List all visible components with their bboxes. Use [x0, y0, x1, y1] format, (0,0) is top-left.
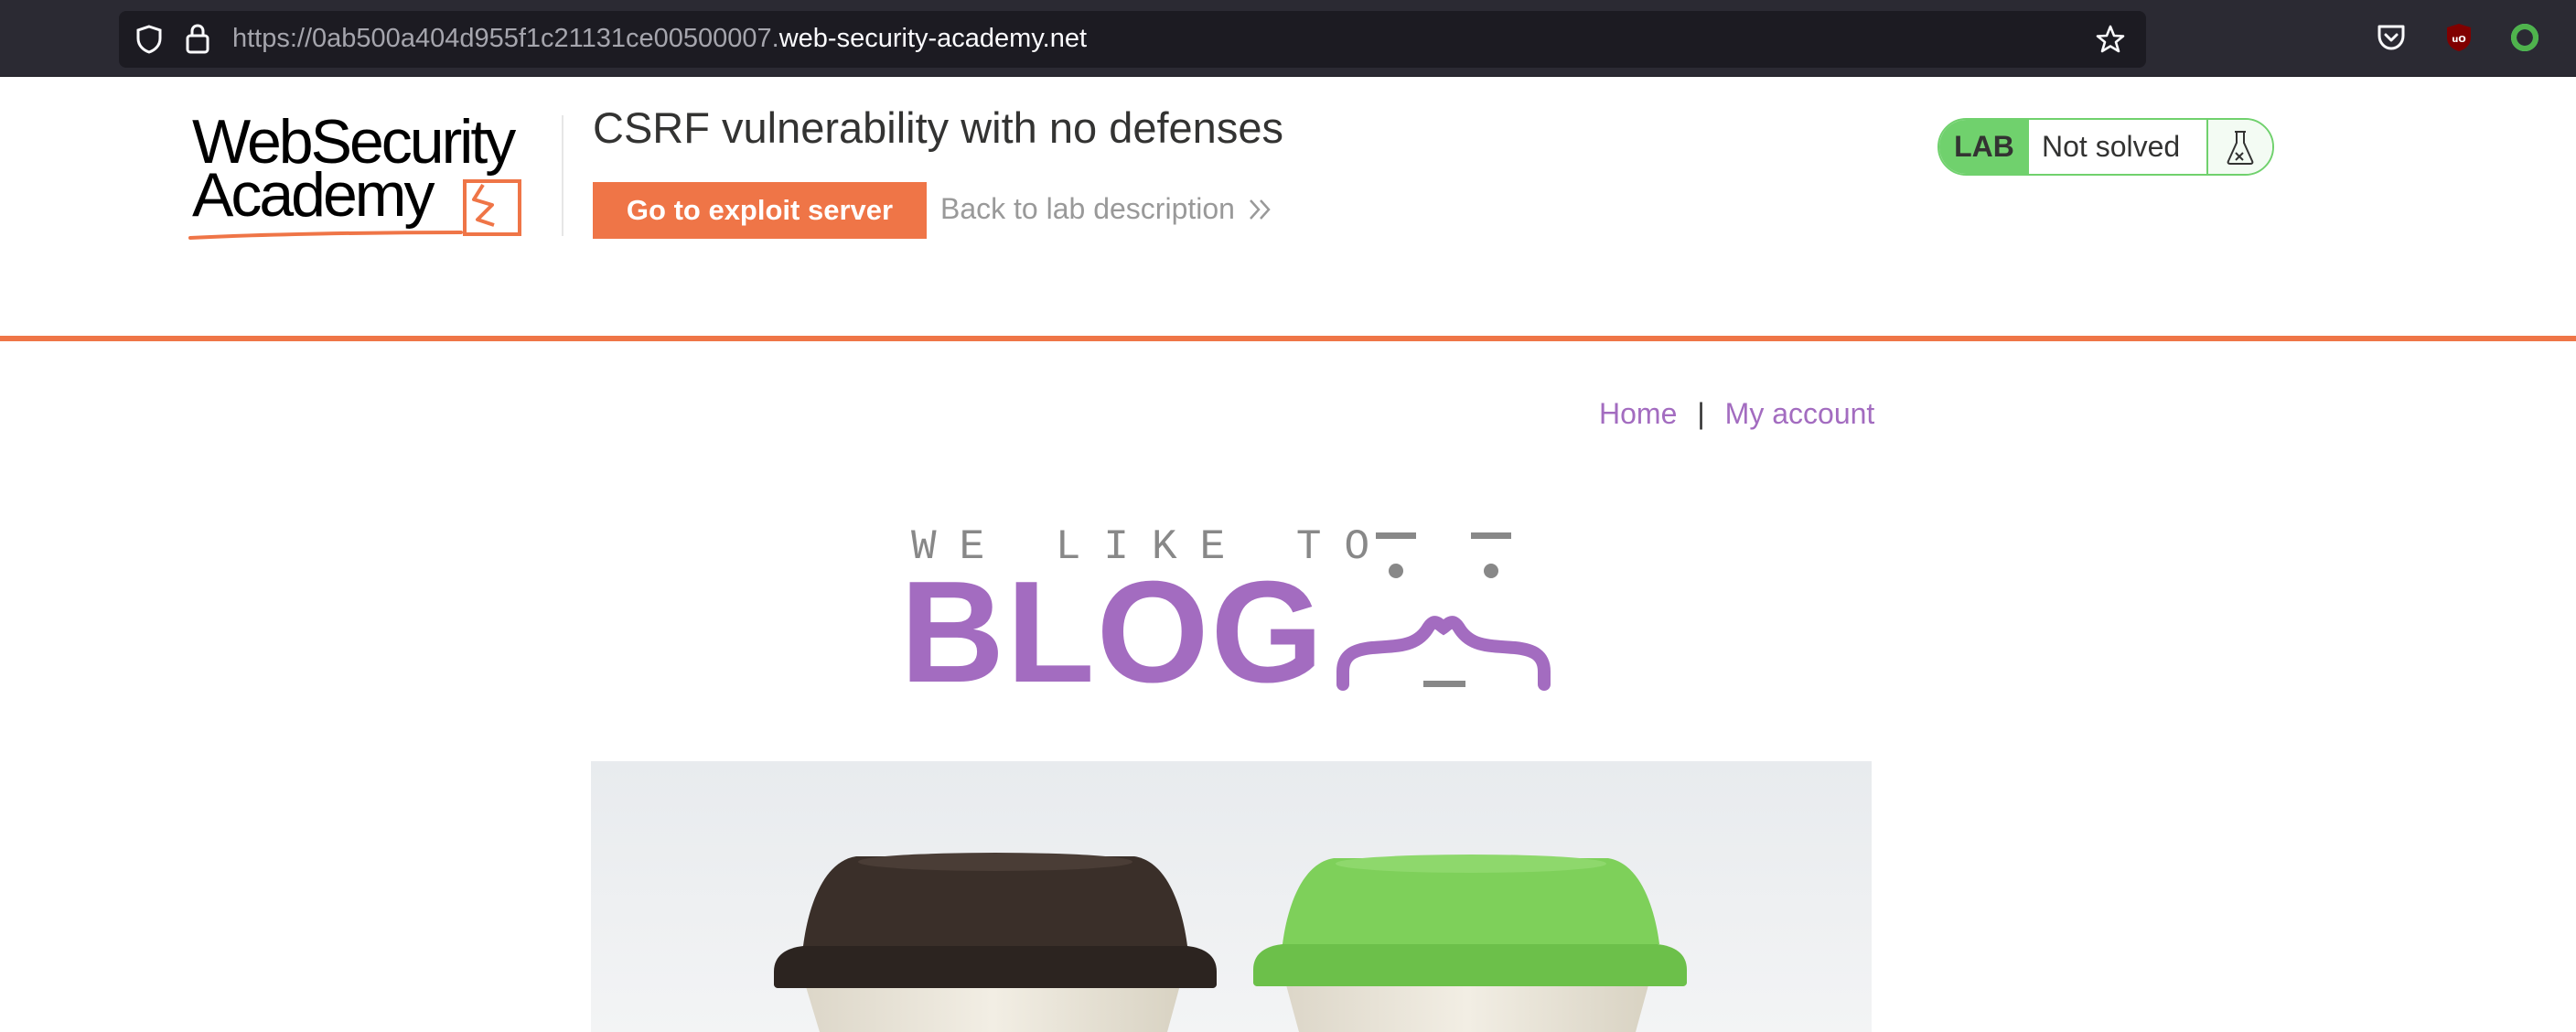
- flask-icon: [2227, 130, 2254, 165]
- header-divider: [0, 336, 2576, 341]
- lab-status-text: Not solved: [2029, 120, 2208, 174]
- svg-text:Academy: Academy: [192, 160, 435, 230]
- lab-status-widget: LAB Not solved: [1937, 118, 2274, 176]
- lab-title: CSRF vulnerability with no defenses: [593, 103, 1283, 152]
- svg-text:uO: uO: [2452, 35, 2466, 45]
- nav-separator: |: [1697, 397, 1705, 430]
- nav-my-account-link[interactable]: My account: [1725, 397, 1875, 431]
- back-to-lab-description-link[interactable]: Back to lab description: [940, 192, 1273, 226]
- coffee-cups-image: [591, 761, 1872, 1032]
- pocket-icon[interactable]: [2377, 24, 2406, 51]
- browser-toolbar: https://0ab500a404d955f1c21131ce00500007…: [0, 0, 2576, 77]
- shield-icon[interactable]: [135, 25, 163, 54]
- lock-icon[interactable]: [185, 23, 210, 54]
- lab-badge: LAB: [1939, 120, 2029, 174]
- blog-hero-image[interactable]: [591, 761, 1872, 1032]
- address-bar[interactable]: https://0ab500a404d955f1c21131ce00500007…: [119, 11, 2146, 68]
- go-to-exploit-server-button[interactable]: Go to exploit server: [593, 182, 927, 239]
- web-security-academy-logo[interactable]: WebSecurity Academy: [188, 110, 564, 247]
- curly-brace-face-icon: [1336, 532, 1551, 691]
- ublock-icon[interactable]: uO: [2445, 22, 2473, 53]
- logo-divider: [562, 115, 564, 236]
- double-chevron-right-icon: [1250, 199, 1271, 220]
- extension-icon[interactable]: [2510, 23, 2539, 52]
- blog-nav: Home | My account: [1599, 397, 1874, 431]
- back-link-label: Back to lab description: [940, 192, 1235, 225]
- star-icon[interactable]: [2095, 24, 2126, 55]
- flask-icon-container: [2208, 120, 2272, 174]
- blog-wordmark: BLOG: [900, 552, 1326, 713]
- nav-home-link[interactable]: Home: [1599, 397, 1677, 431]
- url-text[interactable]: https://0ab500a404d955f1c21131ce00500007…: [232, 24, 1087, 54]
